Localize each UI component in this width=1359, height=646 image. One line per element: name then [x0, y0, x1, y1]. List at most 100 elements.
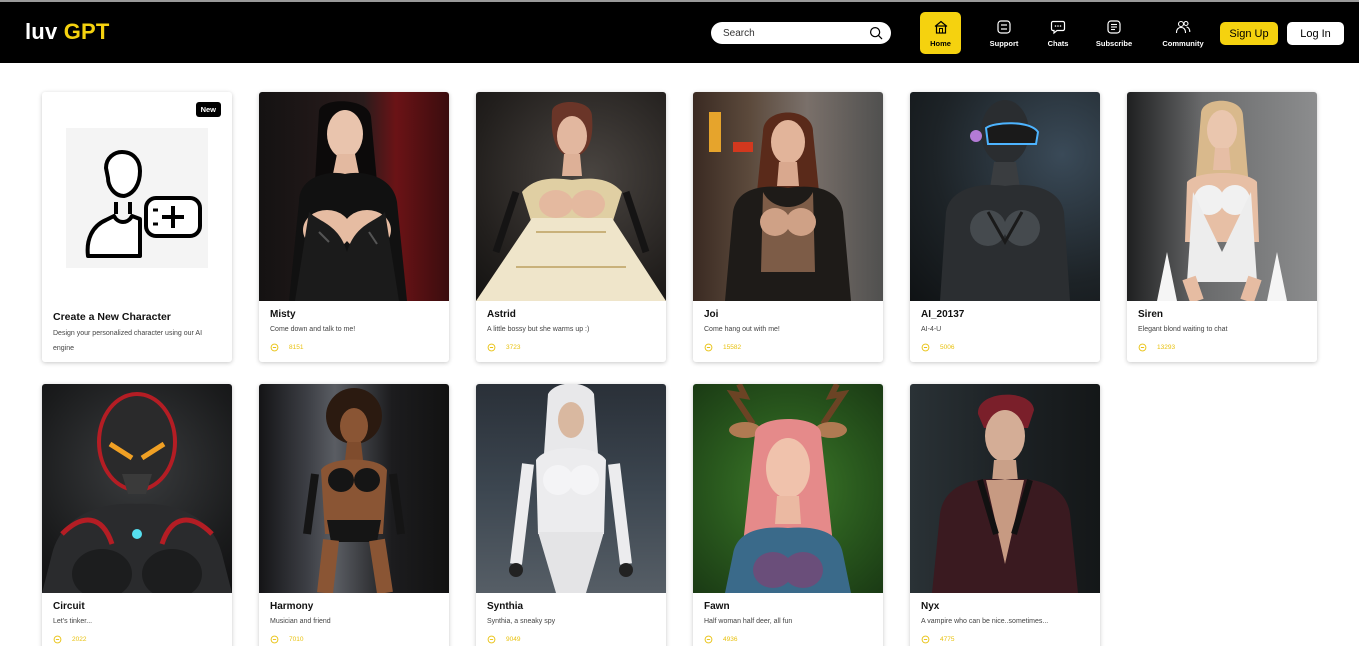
chat-count: 9049 — [487, 635, 520, 644]
chat-count: 15582 — [704, 343, 741, 352]
support-icon — [997, 19, 1011, 34]
character-card-joi[interactable]: Joi Come hang out with me! 15582 — [693, 92, 883, 362]
chat-count-value: 7010 — [289, 636, 304, 643]
character-name: Astrid — [487, 309, 516, 320]
character-description: Come hang out with me! — [704, 326, 780, 333]
chat-count: 4775 — [921, 635, 954, 644]
sign-up-button[interactable]: Sign Up — [1220, 22, 1278, 45]
character-card-fawn[interactable]: Fawn Half woman half deer, all fun 4936 — [693, 384, 883, 646]
chat-count-icon — [704, 635, 713, 644]
character-image — [1127, 92, 1317, 301]
character-description: Half woman half deer, all fun — [704, 618, 793, 625]
chat-count: 3723 — [487, 343, 520, 352]
chat-count: 7010 — [270, 635, 303, 644]
character-portrait — [289, 101, 407, 301]
chat-count-icon — [487, 343, 496, 352]
character-portrait — [1157, 100, 1287, 301]
create-character-description: Design your personalized character using… — [53, 330, 203, 352]
character-image — [259, 384, 449, 593]
character-description: Let's tinker... — [53, 618, 93, 625]
nav-support[interactable]: Support — [983, 12, 1025, 54]
character-name: Synthia — [487, 601, 524, 612]
character-image — [910, 384, 1100, 593]
character-name: Nyx — [921, 601, 940, 612]
character-card-ai-20137[interactable]: AI_20137 AI-4-U 5006 — [910, 92, 1100, 362]
chat-count-icon — [270, 343, 279, 352]
subscribe-icon — [1107, 19, 1121, 34]
character-description: Synthia, a sneaky spy — [487, 618, 556, 625]
chat-count-value: 2022 — [72, 636, 87, 643]
character-image — [693, 384, 883, 593]
add-user-icon — [85, 150, 202, 258]
character-description: A vampire who can be nice..sometimes... — [921, 618, 1049, 625]
character-portrait — [940, 100, 1070, 301]
nav-home-label: Home — [930, 38, 951, 48]
nav-chats[interactable]: Chats — [1040, 12, 1076, 54]
chat-count-value: 5006 — [940, 344, 955, 351]
logo-main: luv — [25, 19, 58, 44]
character-portrait — [509, 384, 633, 593]
character-portrait — [476, 101, 666, 301]
chat-count-icon — [1138, 343, 1147, 352]
character-portrait — [709, 112, 851, 301]
nav-home[interactable]: Home — [920, 12, 961, 54]
character-name: Circuit — [53, 601, 85, 612]
chat-count: 13293 — [1138, 343, 1175, 352]
chat-count-value: 15582 — [723, 344, 742, 351]
chat-count-value: 13293 — [1157, 344, 1176, 351]
character-name: Joi — [704, 309, 719, 320]
character-name: Harmony — [270, 601, 314, 612]
create-character-illustration — [66, 128, 208, 268]
create-character-card[interactable]: New Create a New Character Design your p… — [42, 92, 232, 362]
log-in-button[interactable]: Log In — [1287, 22, 1344, 45]
logo-accent: GPT — [63, 19, 110, 44]
character-portrait — [303, 388, 405, 593]
chat-count-value: 3723 — [506, 344, 521, 351]
character-description: A little bossy but she warms up :) — [487, 326, 590, 333]
character-card-harmony[interactable]: Harmony Musician and friend 7010 — [259, 384, 449, 646]
chat-count: 5006 — [921, 343, 954, 352]
top-navbar: luv GPT Home Support — [0, 2, 1359, 63]
character-image — [910, 92, 1100, 301]
character-card-circuit[interactable]: Circuit Let's tinker... 2022 — [42, 384, 232, 646]
character-image — [476, 92, 666, 301]
character-card-siren[interactable]: Siren Elegant blond waiting to chat 1329… — [1127, 92, 1317, 362]
character-portrait — [725, 384, 851, 593]
chat-count-icon — [704, 343, 713, 352]
home-icon — [934, 20, 947, 34]
character-card-astrid[interactable]: Astrid A little bossy but she warms up :… — [476, 92, 666, 362]
character-name: Misty — [270, 309, 296, 320]
community-icon — [1175, 20, 1191, 33]
character-card-synthia[interactable]: Synthia Synthia, a sneaky spy 9049 — [476, 384, 666, 646]
character-card-misty[interactable]: Misty Come down and talk to me! 8151 — [259, 92, 449, 362]
chat-count-icon — [487, 635, 496, 644]
character-image — [259, 92, 449, 301]
chat-count-value: 4936 — [723, 636, 738, 643]
chat-count: 4936 — [704, 635, 737, 644]
search-icon[interactable] — [869, 26, 883, 40]
search-input[interactable] — [723, 27, 863, 39]
chat-count-value: 9049 — [506, 636, 521, 643]
character-card-nyx[interactable]: Nyx A vampire who can be nice..sometimes… — [910, 384, 1100, 646]
nav-community[interactable]: Community — [1154, 12, 1212, 54]
chat-count-icon — [921, 343, 930, 352]
search-bar — [711, 22, 891, 44]
page: luv GPT Home Support — [0, 0, 1359, 646]
logo[interactable]: luv GPT — [25, 19, 110, 45]
create-character-title: Create a New Character — [53, 311, 171, 323]
chat-count-value: 8151 — [289, 344, 304, 351]
chat-count-value: 4775 — [940, 636, 955, 643]
character-name: Siren — [1138, 309, 1164, 320]
character-image — [476, 384, 666, 593]
nav-subscribe[interactable]: Subscribe — [1090, 12, 1138, 54]
nav-chats-label: Chats — [1047, 38, 1069, 48]
nav-support-label: Support — [989, 38, 1019, 48]
chat-bubble-icon — [1050, 20, 1066, 34]
character-image — [693, 92, 883, 301]
character-name: Fawn — [704, 601, 730, 612]
chat-count: 2022 — [53, 635, 86, 644]
new-badge: New — [195, 102, 221, 117]
chat-count-icon — [921, 635, 930, 644]
chat-count-icon — [53, 635, 62, 644]
character-description: Musician and friend — [270, 618, 331, 625]
